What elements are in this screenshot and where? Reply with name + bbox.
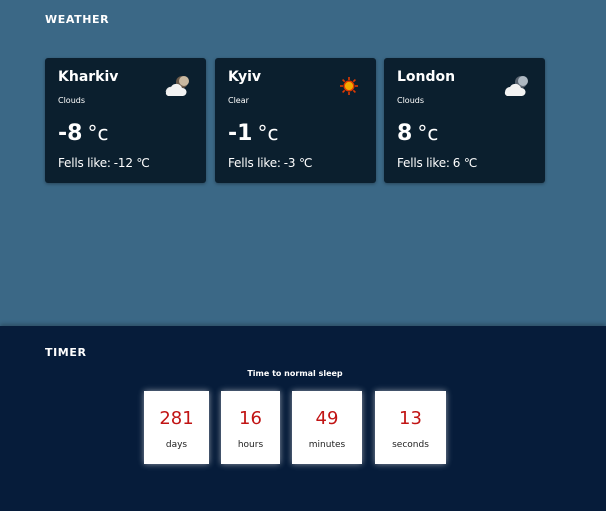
sun-icon xyxy=(340,77,358,95)
weather-condition: Clear xyxy=(228,96,249,105)
timer-value: 49 xyxy=(315,408,339,429)
cloud-moon-icon xyxy=(504,76,528,96)
temperature-value: 8 xyxy=(397,121,413,146)
timer-value: 281 xyxy=(159,408,194,429)
feels-like: Fells like: -3 ℃ xyxy=(228,156,312,170)
timer-box-seconds: 13 seconds xyxy=(375,391,446,464)
temperature: 8 °c xyxy=(397,121,438,146)
city-name: Kyiv xyxy=(228,69,262,85)
weather-card-kharkiv: Kharkiv Clouds -8 °c Fells like: -12 ℃ xyxy=(45,58,206,183)
temperature: -1 °c xyxy=(228,121,278,146)
timer-value: 13 xyxy=(399,408,422,429)
feels-like-label: Fells like: xyxy=(58,156,111,170)
city-name: Kharkiv xyxy=(58,69,119,85)
temperature-value: -1 xyxy=(228,121,253,146)
feels-like-value: 6 ℃ xyxy=(452,156,478,170)
feels-like-value: -3 ℃ xyxy=(283,156,313,170)
weather-condition: Clouds xyxy=(397,96,425,105)
timer-label: minutes xyxy=(308,440,346,450)
feels-like: Fells like: 6 ℃ xyxy=(397,156,477,170)
feels-like-label: Fells like: xyxy=(228,156,281,170)
timer-box-minutes: 49 minutes xyxy=(292,391,362,464)
feels-like-value: -12 ℃ xyxy=(113,156,150,170)
temperature-unit: °c xyxy=(87,121,109,145)
weather-card-kyiv: Kyiv Clear -1 °c Fells like: -3 ℃ xyxy=(215,58,376,183)
timer-box-hours: 16 hours xyxy=(221,391,280,464)
timer-title: TIMER xyxy=(45,346,87,359)
city-name: London xyxy=(397,69,456,85)
timer-value: 16 xyxy=(239,408,262,429)
feels-like: Fells like: -12 ℃ xyxy=(58,156,150,170)
cloud-moon-icon xyxy=(165,76,189,96)
feels-like-label: Fells like: xyxy=(397,156,450,170)
temperature: -8 °c xyxy=(58,121,108,146)
timer-subtitle: Time to normal sleep xyxy=(247,369,343,378)
temperature-unit: °c xyxy=(257,121,279,145)
timer-label: days xyxy=(165,440,188,450)
timer-section: TIMER Time to normal sleep 281 days 16 h… xyxy=(0,326,606,511)
weather-card-london: London Clouds 8 °c Fells like: 6 ℃ xyxy=(384,58,545,183)
weather-section: WEATHER Kharkiv Clouds -8 °c Fells like: -… xyxy=(0,0,606,326)
timer-label: hours xyxy=(237,440,264,450)
temperature-value: -8 xyxy=(58,121,83,146)
timer-box-days: 281 days xyxy=(144,391,209,464)
temperature-unit: °c xyxy=(417,121,439,145)
weather-title: WEATHER xyxy=(45,13,110,26)
weather-condition: Clouds xyxy=(58,96,86,105)
timer-label: seconds xyxy=(392,440,429,450)
